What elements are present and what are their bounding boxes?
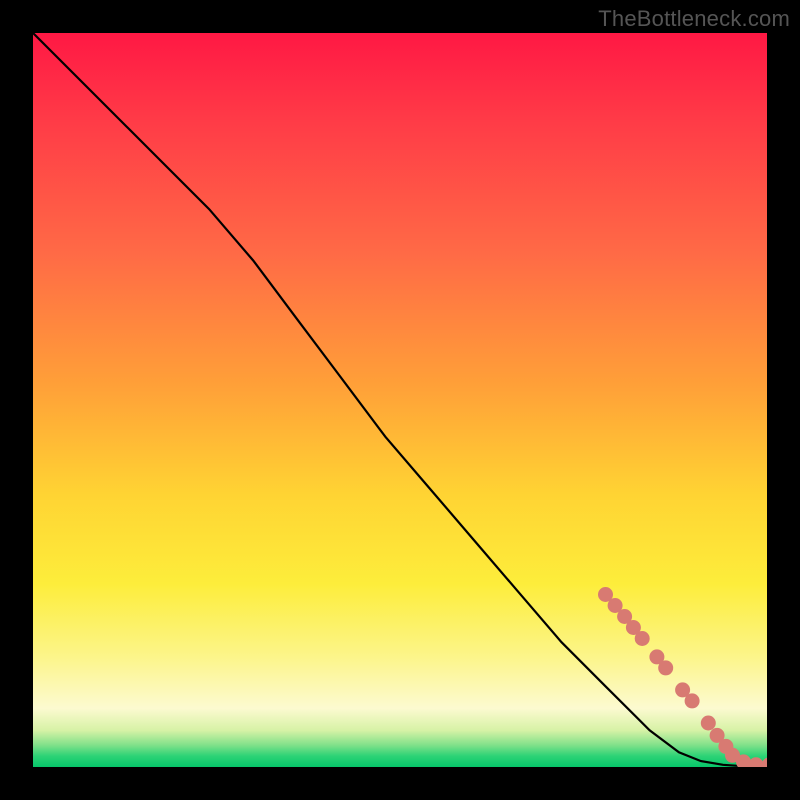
watermark-text: TheBottleneck.com xyxy=(598,6,790,32)
data-marker xyxy=(762,757,767,767)
chart-svg xyxy=(33,33,767,767)
data-marker xyxy=(685,693,700,708)
data-marker xyxy=(635,631,650,646)
plot-area xyxy=(33,33,767,767)
data-marker xyxy=(749,757,764,767)
data-marker xyxy=(701,716,716,731)
chart-frame: TheBottleneck.com xyxy=(0,0,800,800)
data-marker xyxy=(658,660,673,675)
